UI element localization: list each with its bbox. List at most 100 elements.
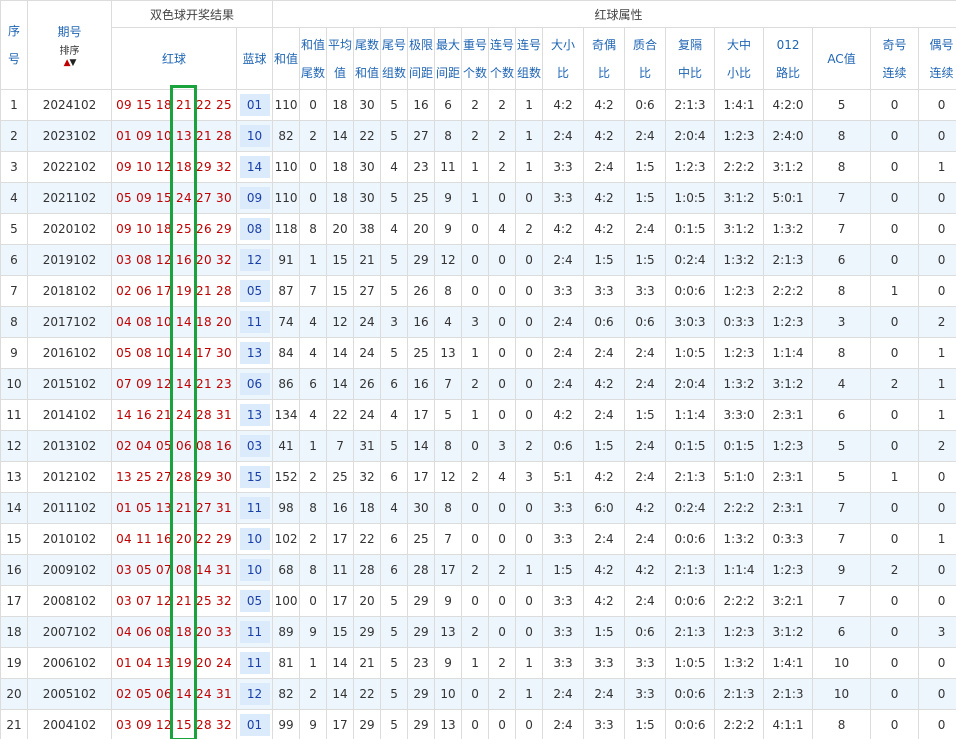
attr-cell: 4:2: [583, 554, 626, 586]
attr-cell: 5: [380, 647, 409, 679]
attr-cell: 0: [299, 89, 328, 121]
attr-cell: 1:2:3: [763, 554, 814, 586]
attr-cell: 0: [918, 213, 956, 245]
seq-cell: 11: [0, 399, 28, 431]
attr-cell: 0: [515, 368, 544, 400]
attr-header: 和值 尾数: [299, 27, 328, 90]
attr-cell: 8: [812, 709, 872, 739]
attr-header: 和值: [272, 27, 301, 90]
attr-cell: 3:3: [542, 523, 585, 555]
attr-cell: 1:1:4: [665, 399, 716, 431]
seq-cell: 7: [0, 275, 28, 307]
blue-ball-number: 03: [239, 435, 270, 457]
period-cell: 2010102: [27, 523, 112, 555]
attr-cell: 1: [870, 275, 920, 307]
attr-header: 尾数 和值: [353, 27, 382, 90]
sort-label: 排序: [59, 45, 80, 57]
attr-cell: 0:1:5: [665, 213, 716, 245]
attr-cell: 82: [272, 120, 301, 152]
attr-cell: 0: [918, 554, 956, 586]
attr-cell: 3:3: [583, 709, 626, 739]
attr-cell: 100: [272, 585, 301, 617]
attr-cell: 1: [918, 151, 956, 183]
attr-cell: 22: [353, 523, 382, 555]
blue-ball-number: 10: [239, 528, 270, 550]
attr-cell: 14: [326, 337, 355, 369]
attr-cell: 21: [353, 244, 382, 276]
attr-cell: 21: [353, 647, 382, 679]
sort-toggle[interactable]: 排序 ▲▼: [29, 42, 111, 68]
blue-ball-cell: 06: [235, 368, 274, 400]
attr-cell: 0: [515, 306, 544, 338]
table-row: 16 2009102 03 05 07 08 14 31 10 68 8 11 28 6 28 17…: [0, 554, 956, 586]
attr-cell: 0: [918, 585, 956, 617]
attr-cell: 2: [299, 678, 328, 710]
attr-cell: 27: [353, 275, 382, 307]
attr-cell: 1: [918, 399, 956, 431]
attr-cell: 81: [272, 647, 301, 679]
attr-cell: 3: [812, 306, 872, 338]
attr-cell: 2: [515, 213, 544, 245]
red-balls-cell: 03 07 12 21 25 32: [111, 585, 237, 617]
attr-cell: 8: [434, 120, 463, 152]
attr-cell: 5: [380, 430, 409, 462]
attr-cell: 3:3: [542, 616, 585, 648]
attr-cell: 0: [918, 275, 956, 307]
attr-header: 连号 个数: [488, 27, 517, 90]
attr-cell: 41: [272, 430, 301, 462]
attr-cell: 4: [488, 213, 517, 245]
attr-cell: 2: [918, 430, 956, 462]
blue-ball-cell: 11: [235, 616, 274, 648]
attr-cell: 2:2:2: [714, 709, 765, 739]
attr-cell: 86: [272, 368, 301, 400]
attr-cell: 2:3:1: [763, 461, 814, 493]
attr-cell: 20: [353, 585, 382, 617]
attr-cell: 0: [918, 709, 956, 739]
attr-cell: 0: [488, 399, 517, 431]
attr-cell: 99: [272, 709, 301, 739]
attr-cell: 0: [515, 585, 544, 617]
attr-cell: 6: [812, 616, 872, 648]
attr-cell: 2:2:2: [714, 492, 765, 524]
attr-cell: 2:0:4: [665, 120, 716, 152]
attr-cell: 1:2:3: [763, 430, 814, 462]
seq-cell: 19: [0, 647, 28, 679]
red-balls-cell: 02 04 05 06 08 16: [111, 430, 237, 462]
attr-cell: 2: [515, 430, 544, 462]
attr-cell: 0: [299, 182, 328, 214]
red-ball-header: 红球: [111, 27, 237, 90]
blue-ball-cell: 09: [235, 182, 274, 214]
attr-cell: 0: [918, 244, 956, 276]
attr-cell: 3:3: [583, 275, 626, 307]
attr-cell: 1:5: [624, 182, 667, 214]
attr-cell: 4:2: [542, 89, 585, 121]
table-row: 18 2007102 04 06 08 18 20 33 11 89 9 15 29 5 29 13…: [0, 616, 956, 648]
attr-cell: 1:2:3: [665, 151, 716, 183]
attr-cell: 0: [870, 182, 920, 214]
attr-cell: 0: [515, 275, 544, 307]
period-header[interactable]: 期号 排序 ▲▼: [27, 0, 112, 90]
attr-cell: 3:3: [624, 678, 667, 710]
attr-cell: 2: [488, 554, 517, 586]
attr-cell: 27: [407, 120, 436, 152]
red-balls-cell: 02 05 06 14 24 31: [111, 678, 237, 710]
attr-cell: 110: [272, 151, 301, 183]
attr-cell: 2:1:3: [763, 244, 814, 276]
attr-header: 复隔 中比: [665, 27, 716, 90]
sort-arrows-icon[interactable]: ▲▼: [64, 58, 77, 68]
attr-cell: 5: [380, 678, 409, 710]
attr-cell: 4:1:1: [763, 709, 814, 739]
attr-cell: 0:0:6: [665, 585, 716, 617]
attr-cell: 6:0: [583, 492, 626, 524]
attr-cell: 12: [434, 461, 463, 493]
attr-cell: 2:2:2: [714, 151, 765, 183]
attr-cell: 0:1:5: [714, 430, 765, 462]
attr-cell: 1:0:5: [665, 647, 716, 679]
blue-ball-cell: 12: [235, 678, 274, 710]
attr-cell: 1:4:1: [763, 647, 814, 679]
period-cell: 2023102: [27, 120, 112, 152]
attr-cell: 17: [407, 399, 436, 431]
attr-cell: 110: [272, 89, 301, 121]
attr-cell: 1:2:3: [714, 616, 765, 648]
attr-cell: 3:0:3: [665, 306, 716, 338]
